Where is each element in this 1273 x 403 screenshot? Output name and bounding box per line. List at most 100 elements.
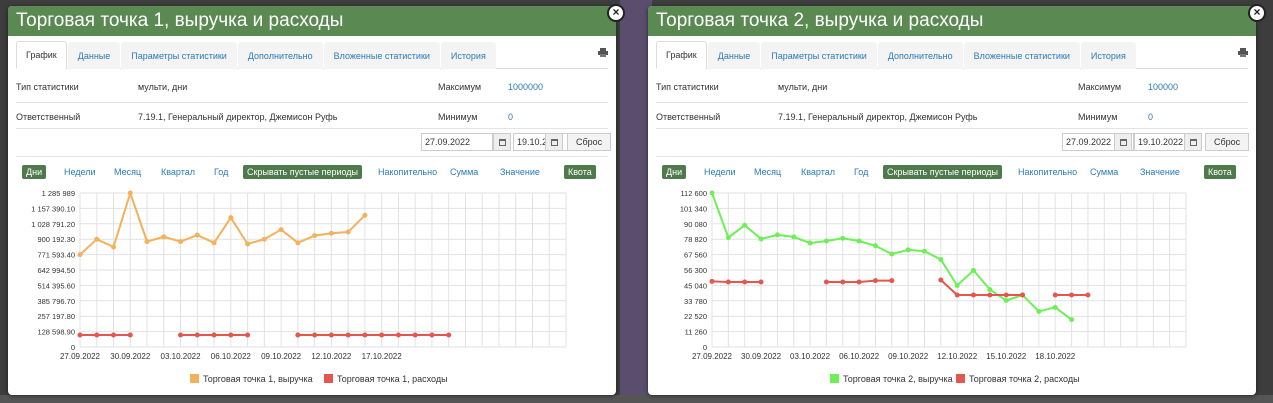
data-point-expenses <box>379 332 385 338</box>
mode-option-6[interactable]: Накопительно <box>378 165 437 179</box>
x-tick-label: 18.10.2022 <box>1035 352 1076 361</box>
data-point-expenses <box>872 278 878 284</box>
tab-bar: График Данные Параметры статистики Дополнит… <box>656 41 1248 69</box>
data-point-revenue <box>94 236 100 242</box>
mode-option-4[interactable]: Год <box>214 165 228 179</box>
tab-3[interactable]: Дополнительно <box>237 42 323 69</box>
data-point-expenses <box>954 292 960 298</box>
min-value[interactable]: 0 <box>1148 112 1153 122</box>
data-point-expenses <box>889 278 895 284</box>
mode-option-2[interactable]: Месяц <box>114 165 141 179</box>
mode-option-7[interactable]: Сумма <box>450 165 478 179</box>
data-point-expenses <box>228 332 234 338</box>
mode-option-6[interactable]: Накопительно <box>1018 165 1077 179</box>
mode-option-1[interactable]: Недели <box>704 165 736 179</box>
legend-item-0[interactable]: Торговая точка 2, выручка <box>830 374 953 384</box>
mode-option-9[interactable]: Квота <box>1204 165 1236 179</box>
tab-0[interactable]: График <box>16 41 67 69</box>
data-point-revenue <box>245 241 251 247</box>
x-tick-label: 30.09.2022 <box>110 352 151 361</box>
reset-button[interactable]: Сброс <box>1205 133 1250 151</box>
info-row-type: Тип статистики мульти, дни Максимум 100000 <box>656 69 1248 103</box>
data-point-expenses <box>1085 292 1091 298</box>
data-point-expenses <box>395 332 401 338</box>
y-tick-label: 514 395.60 <box>37 281 75 290</box>
data-point-expenses <box>938 277 944 283</box>
legend-item-0[interactable]: Торговая точка 1, выручка <box>190 374 313 384</box>
mode-option-8[interactable]: Значение <box>1140 165 1180 179</box>
date-to-input[interactable]: 19.10.2022 <box>1134 133 1189 151</box>
mode-option-0[interactable]: Дни <box>662 165 687 179</box>
panel-title: Торговая точка 1, выручка и расходы <box>8 6 616 36</box>
legend-label: Торговая точка 2, выручка <box>843 374 953 384</box>
tab-2[interactable]: Параметры статистики <box>761 42 877 69</box>
mode-option-5[interactable]: Скрывать пустые периоды <box>243 165 363 179</box>
calendar-icon[interactable] <box>1184 133 1202 151</box>
min-label: Минимум <box>1078 112 1118 122</box>
y-tick-label: 1 028 791.20 <box>31 220 75 229</box>
reset-button[interactable]: Сброс <box>567 133 612 151</box>
data-point-expenses <box>725 279 731 285</box>
tab-1[interactable]: Данные <box>67 42 121 69</box>
tab-5[interactable]: История <box>1080 42 1136 69</box>
x-tick-label: 12.10.2022 <box>311 352 352 361</box>
mode-option-5[interactable]: Скрывать пустые периоды <box>883 165 1003 179</box>
data-point-revenue <box>111 244 117 250</box>
tab-4[interactable]: Вложенные статистики <box>323 42 440 69</box>
mode-option-3[interactable]: Квартал <box>801 165 835 179</box>
tab-3[interactable]: Дополнительно <box>877 42 963 69</box>
data-point-revenue <box>328 230 334 236</box>
y-tick-label: 101 340 <box>680 204 707 213</box>
data-point-revenue <box>971 267 977 273</box>
mode-option-3[interactable]: Квартал <box>161 165 195 179</box>
data-point-revenue <box>1003 297 1009 303</box>
data-point-revenue <box>889 251 895 257</box>
responsible-value: 7.19.1, Генеральный директор, Джемисон Р… <box>138 112 338 122</box>
data-point-revenue <box>228 215 234 221</box>
mode-option-4[interactable]: Год <box>854 165 868 179</box>
data-point-revenue <box>725 235 731 241</box>
max-value[interactable]: 100000 <box>1148 82 1178 92</box>
mode-option-8[interactable]: Значение <box>500 165 540 179</box>
tab-2[interactable]: Параметры статистики <box>121 42 237 69</box>
x-tick-label: 03.10.2022 <box>161 352 202 361</box>
x-tick-label: 06.10.2022 <box>211 352 252 361</box>
data-point-revenue <box>938 256 944 262</box>
date-from-input[interactable]: 27.09.2022 <box>421 133 493 151</box>
y-tick-label: 56 300 <box>684 266 707 275</box>
close-icon[interactable]: × <box>607 4 625 22</box>
mode-option-7[interactable]: Сумма <box>1090 165 1118 179</box>
mode-option-9[interactable]: Квота <box>564 165 596 179</box>
calendar-icon[interactable] <box>493 133 511 151</box>
x-tick-label: 15.10.2022 <box>986 352 1027 361</box>
print-icon[interactable] <box>598 48 608 57</box>
max-value[interactable]: 1000000 <box>508 82 543 92</box>
mode-option-1[interactable]: Недели <box>64 165 96 179</box>
tab-0[interactable]: График <box>656 41 707 69</box>
calendar-icon[interactable] <box>545 133 563 151</box>
close-icon[interactable]: × <box>1248 4 1266 22</box>
min-value[interactable]: 0 <box>508 112 513 122</box>
data-point-expenses <box>446 332 452 338</box>
tab-4[interactable]: Вложенные статистики <box>963 42 1080 69</box>
data-point-expenses <box>178 332 184 338</box>
line-chart: 112 600 101 340 90 080 78 820 67 560 56 300 45… <box>680 189 1187 361</box>
y-tick-label: 1 285 989 <box>42 189 75 198</box>
legend-item-1[interactable]: Торговая точка 2, расходы <box>956 374 1080 384</box>
y-tick-label: 0 <box>703 343 707 352</box>
mode-option-2[interactable]: Месяц <box>754 165 781 179</box>
calendar-icon[interactable] <box>1114 133 1132 151</box>
data-point-expenses <box>211 332 217 338</box>
data-point-expenses <box>245 332 251 338</box>
stat-type-label: Тип статистики <box>16 82 79 92</box>
legend-item-1[interactable]: Торговая точка 1, расходы <box>324 374 448 384</box>
mode-option-0[interactable]: Дни <box>22 165 47 179</box>
y-tick-label: 900 192.30 <box>37 235 75 244</box>
legend-label: Торговая точка 1, выручка <box>203 374 313 384</box>
tab-1[interactable]: Данные <box>707 42 761 69</box>
tab-5[interactable]: История <box>440 42 496 69</box>
data-point-expenses <box>194 332 200 338</box>
print-icon[interactable] <box>1238 48 1248 57</box>
stat-type-value: мульти, дни <box>138 82 188 92</box>
x-tick-label: 27.09.2022 <box>60 352 101 361</box>
